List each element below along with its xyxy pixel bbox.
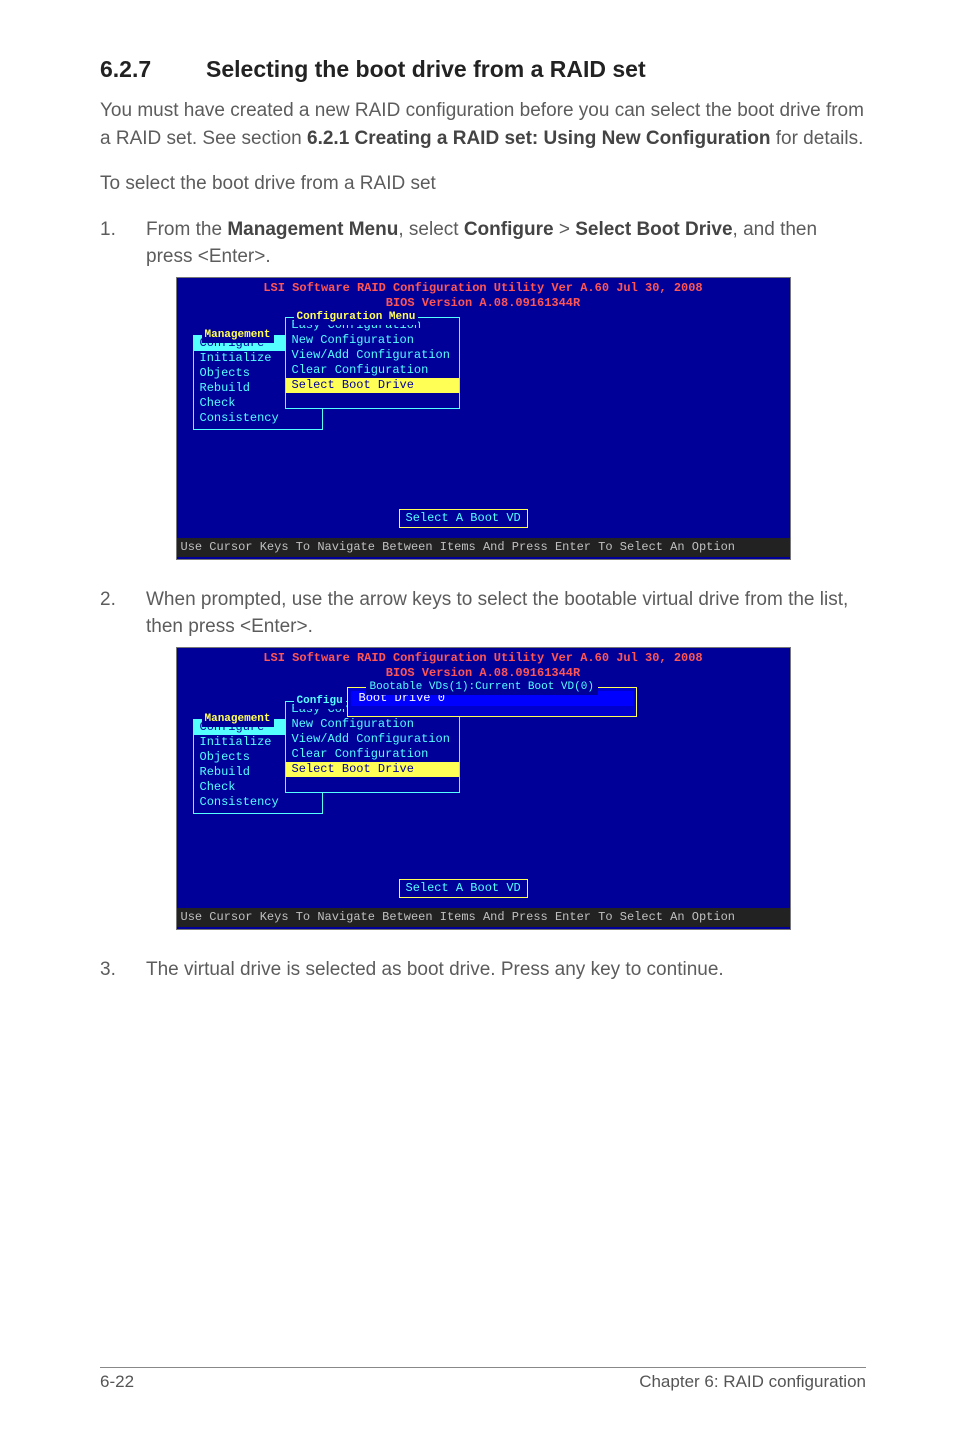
cmenu-item-new[interactable]: New Configuration xyxy=(286,717,459,732)
intro-line-2: To select the boot drive from a RAID set xyxy=(100,170,866,198)
configu-label: Configu xyxy=(294,694,346,709)
management-menu-title: Management xyxy=(202,712,274,727)
section-number: 6.2.7 xyxy=(100,56,170,83)
configuration-menu-box: Configuration Menu Easy Configuration Ne… xyxy=(285,317,460,409)
section-heading: 6.2.7 Selecting the boot drive from a RA… xyxy=(100,56,866,83)
bios-header-2: BIOS Version A.08.09161344R xyxy=(177,296,790,311)
cmenu-item-viewadd[interactable]: View/Add Configuration xyxy=(286,732,459,747)
step-number: 3. xyxy=(100,956,120,984)
step-3: 3. The virtual drive is selected as boot… xyxy=(100,956,866,984)
step-2: 2. When prompted, use the arrow keys to … xyxy=(100,586,866,641)
step-text: The virtual drive is selected as boot dr… xyxy=(146,956,724,984)
configuration-menu-title: Configuration Menu xyxy=(294,310,419,325)
select-a-boot-vd-box: Select A Boot VD xyxy=(399,879,528,898)
page-footer: 6-22 Chapter 6: RAID configuration xyxy=(100,1367,866,1392)
intro-paragraph: You must have created a new RAID configu… xyxy=(100,97,866,152)
cmenu-item-clear[interactable]: Clear Configuration xyxy=(286,363,459,378)
chapter-label: Chapter 6: RAID configuration xyxy=(639,1372,866,1392)
text: From the xyxy=(146,219,227,240)
step-number: 1. xyxy=(100,216,120,271)
bios-footer: Use Cursor Keys To Navigate Between Item… xyxy=(177,908,790,927)
step-text: When prompted, use the arrow keys to sel… xyxy=(146,586,866,641)
page-number: 6-22 xyxy=(100,1372,134,1392)
bios-header-1: LSI Software RAID Configuration Utility … xyxy=(177,648,790,666)
cmenu-item-clear[interactable]: Clear Configuration xyxy=(286,747,459,762)
bios-screenshot-1: LSI Software RAID Configuration Utility … xyxy=(176,277,791,560)
cmenu-item-select-boot[interactable]: Select Boot Drive xyxy=(286,762,459,777)
bootable-vds-box: Bootable VDs(1):Current Boot VD(0) Boot … xyxy=(347,687,637,717)
text: > xyxy=(554,219,576,240)
bold: Select Boot Drive xyxy=(575,219,732,240)
text: for details. xyxy=(770,128,863,149)
management-menu-title: Management xyxy=(202,328,274,343)
bios-footer: Use Cursor Keys To Navigate Between Item… xyxy=(177,538,790,557)
cmenu-item-viewadd[interactable]: View/Add Configuration xyxy=(286,348,459,363)
bios-screenshot-2: LSI Software RAID Configuration Utility … xyxy=(176,647,791,930)
cmenu-item-new[interactable]: New Configuration xyxy=(286,333,459,348)
select-a-boot-vd-box: Select A Boot VD xyxy=(399,509,528,528)
bootable-vds-title: Bootable VDs(1):Current Boot VD(0) xyxy=(366,680,598,695)
text: , select xyxy=(398,219,463,240)
bios-header-1: LSI Software RAID Configuration Utility … xyxy=(177,278,790,296)
bold: Management Menu xyxy=(227,219,398,240)
step-number: 2. xyxy=(100,586,120,641)
bold: Configure xyxy=(464,219,554,240)
bios-header-2: BIOS Version A.08.09161344R xyxy=(177,666,790,681)
section-title: Selecting the boot drive from a RAID set xyxy=(206,56,646,83)
bold-ref: 6.2.1 Creating a RAID set: Using New Con… xyxy=(307,128,770,149)
step-1: 1. From the Management Menu, select Conf… xyxy=(100,216,866,271)
cmenu-item-select-boot[interactable]: Select Boot Drive xyxy=(286,378,459,393)
